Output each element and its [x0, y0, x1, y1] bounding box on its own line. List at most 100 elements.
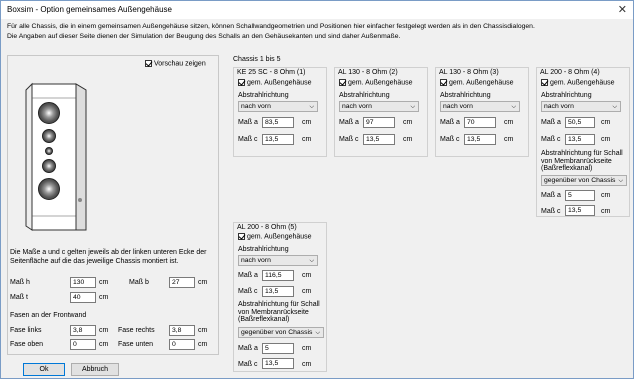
chassis-2-common-checkbox[interactable]: gem. Außengehäuse	[339, 79, 413, 86]
mass-b-input[interactable]: 27	[169, 277, 195, 288]
chassis-3-common-label: gem. Außengehäuse	[448, 79, 514, 87]
chassis-4-dir-value: nach vorn	[544, 103, 574, 110]
fase-links-unit: cm	[99, 327, 109, 334]
chassis-5-common-checkbox[interactable]: gem. Außengehäuse	[238, 233, 312, 240]
chevron-down-icon: ⌵	[410, 104, 415, 110]
chassis-5-dir-value: nach vorn	[241, 257, 271, 264]
chassis-group-2: AL 130 - 8 Ohm (2) gem. Außengehäuse Abs…	[334, 67, 428, 157]
chassis-5-c-input[interactable]: 13,5	[262, 286, 294, 297]
chassis-3-dir-label: Abstrahlrichtung	[440, 92, 491, 99]
chassis-1-a-input[interactable]: 83,5	[262, 117, 294, 128]
chevron-down-icon: ⌵	[315, 330, 320, 336]
chassis-5-back-label: Abstrahlrichtung für Schall von Membranr…	[238, 301, 320, 324]
chassis-4-back-c-unit: cm	[601, 208, 611, 215]
chassis-5-a-unit: cm	[302, 272, 312, 279]
chassis-5-c-unit: cm	[302, 288, 312, 295]
chassis-4-back-l1: Abstrahlrichtung für Schall	[541, 150, 623, 157]
chassis-3-dir-select[interactable]: nach vorn ⌵	[440, 101, 520, 112]
window-title: Boxsim - Option gemeinsames Außengehäuse	[7, 5, 172, 14]
preview-checkbox[interactable]: Vorschau zeigen	[145, 60, 206, 67]
chassis-1-common-label: gem. Außengehäuse	[246, 79, 312, 87]
chassis-1-a-label: Maß a	[238, 119, 258, 126]
woofer-top-icon	[38, 102, 60, 124]
chassis-1-dir-value: nach vorn	[241, 103, 271, 110]
chassis-1-a-unit: cm	[302, 119, 312, 126]
fase-rechts-label: Fase rechts	[118, 327, 155, 334]
chassis-5-a-label: Maß a	[238, 272, 258, 279]
ok-button[interactable]: Ok	[23, 363, 65, 376]
chassis-1-check-icon[interactable]	[238, 79, 245, 86]
chassis-5-check-icon[interactable]	[238, 233, 245, 240]
chassis-2-check-icon[interactable]	[339, 79, 346, 86]
chassis-3-c-label: Maß c	[440, 136, 460, 143]
chassis-5-back-l1: Abstrahlrichtung für Schall	[238, 301, 320, 308]
chassis-5-common-label: gem. Außengehäuse	[246, 233, 312, 241]
chassis-3-a-unit: cm	[504, 119, 514, 126]
chevron-down-icon: ⌵	[511, 104, 516, 110]
chassis-group-5: AL 200 - 8 Ohm (5) gem. Außengehäuse Abs…	[233, 222, 327, 372]
chassis-5-back-a-unit: cm	[302, 345, 312, 352]
chassis-1-common-checkbox[interactable]: gem. Außengehäuse	[238, 79, 312, 86]
midrange-upper-icon	[42, 129, 56, 143]
chassis-3-a-label: Maß a	[440, 119, 460, 126]
chassis-4-common-checkbox[interactable]: gem. Außengehäuse	[541, 79, 615, 86]
description-line-2: Die Angaben auf dieser Seite dienen der …	[7, 33, 401, 40]
chassis-5-back-a-input[interactable]: 5	[262, 343, 294, 354]
chassis-3-common-checkbox[interactable]: gem. Außengehäuse	[440, 79, 514, 86]
close-icon[interactable]: ✕	[618, 3, 627, 16]
mass-h-input[interactable]: 130	[70, 277, 96, 288]
chassis-4-back-c-label: Maß c	[541, 208, 561, 215]
chassis-1-name: KE 25 SC - 8 Ohm (1)	[237, 69, 306, 76]
mass-t-input[interactable]: 40	[70, 292, 96, 303]
chassis-3-check-icon[interactable]	[440, 79, 447, 86]
chassis-5-a-input[interactable]: 116,5	[262, 270, 294, 281]
chassis-5-back-c-input[interactable]: 13,5	[262, 358, 294, 369]
chassis-5-back-select[interactable]: gegenüber von Chassis ⌵	[238, 327, 324, 338]
chassis-4-back-label: Abstrahlrichtung für Schall von Membranr…	[541, 150, 623, 173]
chassis-1-c-input[interactable]: 13,5	[262, 134, 294, 145]
chassis-3-a-input[interactable]: 70	[464, 117, 496, 128]
tweeter-icon	[45, 147, 53, 155]
chassis-4-back-a-input[interactable]: 5	[565, 190, 595, 201]
title-bar: Boxsim - Option gemeinsames Außengehäuse…	[1, 1, 633, 19]
chassis-4-back-select[interactable]: gegenüber von Chassis ⌵	[541, 175, 627, 186]
fase-oben-label: Fase oben	[10, 341, 44, 348]
chassis-2-dir-select[interactable]: nach vorn ⌵	[339, 101, 419, 112]
chevron-down-icon: ⌵	[612, 104, 617, 110]
chassis-5-back-a-label: Maß a	[238, 345, 258, 352]
chassis-2-c-label: Maß c	[339, 136, 359, 143]
chassis-5-dir-select[interactable]: nach vorn ⌵	[238, 255, 318, 266]
chevron-down-icon: ⌵	[309, 258, 314, 264]
chassis-4-a-unit: cm	[601, 119, 611, 126]
chassis-4-back-l3: (Baßreflexkanal)	[541, 165, 593, 172]
preview-check-icon[interactable]	[145, 60, 152, 67]
mass-t-label: Maß t	[10, 294, 28, 301]
info-line-1: Die Maße a und c gelten jeweils ab der l…	[10, 249, 207, 256]
chassis-5-name: AL 200 - 8 Ohm (5)	[237, 224, 297, 231]
fase-unten-unit: cm	[198, 341, 208, 348]
chassis-4-back-a-label: Maß a	[541, 192, 561, 199]
fase-rechts-input[interactable]: 3,8	[169, 325, 195, 336]
chassis-4-dir-select[interactable]: nach vorn ⌵	[541, 101, 621, 112]
chassis-group-4: AL 200 - 8 Ohm (4) gem. Außengehäuse Abs…	[536, 67, 630, 217]
chassis-4-c-input[interactable]: 13,5	[565, 134, 595, 145]
cancel-button[interactable]: Abbruch	[71, 363, 119, 376]
chassis-1-c-unit: cm	[302, 136, 312, 143]
woofer-bottom-icon	[38, 178, 60, 200]
fasen-label: Fasen an der Frontwand	[10, 312, 87, 319]
chassis-2-c-unit: cm	[403, 136, 413, 143]
fase-oben-input[interactable]: 0	[70, 339, 96, 350]
chassis-4-back-c-input[interactable]: 13,5	[565, 205, 595, 216]
fase-unten-input[interactable]: 0	[169, 339, 195, 350]
chassis-2-a-input[interactable]: 97	[363, 117, 395, 128]
fase-unten-label: Fase unten	[118, 341, 154, 348]
chassis-3-c-input[interactable]: 13,5	[464, 134, 496, 145]
chassis-4-a-input[interactable]: 50,5	[565, 117, 595, 128]
chassis-1-dir-select[interactable]: nach vorn ⌵	[238, 101, 318, 112]
chassis-4-back-value: gegenüber von Chassis	[544, 177, 616, 184]
chassis-group-3: AL 130 - 8 Ohm (3) gem. Außengehäuse Abs…	[435, 67, 529, 157]
chassis-4-check-icon[interactable]	[541, 79, 548, 86]
fase-links-input[interactable]: 3,8	[70, 325, 96, 336]
cabinet-preview	[25, 82, 87, 231]
chassis-2-c-input[interactable]: 13,5	[363, 134, 395, 145]
